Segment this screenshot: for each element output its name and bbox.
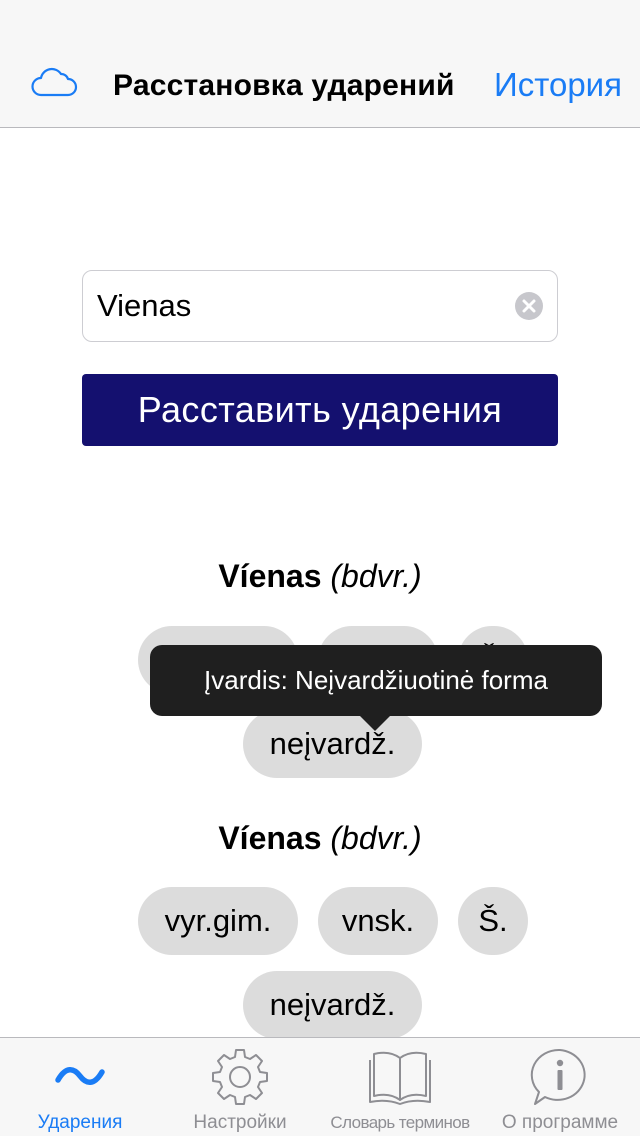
tag-chip[interactable]: Š.	[458, 887, 528, 955]
tab-settings[interactable]: Настройки	[160, 1038, 320, 1136]
search-field[interactable]	[82, 270, 558, 342]
result-part-of-speech: (bdvr.)	[330, 558, 422, 594]
result-heading: Víenas (bdvr.)	[0, 818, 640, 858]
tab-bar: Ударения Настройки Словарь терминов О пр…	[0, 1037, 640, 1136]
page-title: Расстановка ударений	[113, 69, 455, 102]
navigation-bar: Расстановка ударений История	[0, 0, 640, 128]
tag-chip[interactable]: vyr.gim.	[138, 887, 298, 955]
tab-about[interactable]: О программе	[480, 1038, 640, 1136]
history-button[interactable]: История	[494, 64, 622, 106]
search-input[interactable]	[97, 271, 497, 341]
tag-chip[interactable]: vnsk.	[318, 887, 438, 955]
info-icon	[530, 1048, 586, 1105]
result-heading: Víenas (bdvr.)	[0, 556, 640, 596]
tag-chip[interactable]: neįvardž.	[243, 710, 422, 778]
result-word: Víenas	[218, 558, 322, 594]
result-word: Víenas	[218, 820, 322, 856]
tab-label: О программе	[501, 1112, 619, 1133]
accentuate-button[interactable]: Расставить ударения	[82, 374, 558, 446]
tab-glossary[interactable]: Словарь терминов	[320, 1038, 480, 1136]
cloud-icon[interactable]	[30, 66, 78, 98]
tab-label: Ударения	[37, 1112, 123, 1133]
tooltip-arrow	[359, 715, 391, 731]
tab-label: Словарь терминов	[330, 1113, 470, 1132]
clear-icon[interactable]	[515, 292, 543, 320]
result-part-of-speech: (bdvr.)	[330, 820, 422, 856]
tooltip: Įvardis: Neįvardžiuotinė forma	[150, 645, 602, 716]
book-icon	[369, 1051, 431, 1105]
tag-chip[interactable]: neįvardž.	[243, 971, 422, 1039]
tab-label: Настройки	[193, 1112, 287, 1133]
gear-icon	[212, 1049, 268, 1105]
tab-accents[interactable]: Ударения	[0, 1038, 160, 1136]
tilde-icon	[55, 1067, 105, 1085]
